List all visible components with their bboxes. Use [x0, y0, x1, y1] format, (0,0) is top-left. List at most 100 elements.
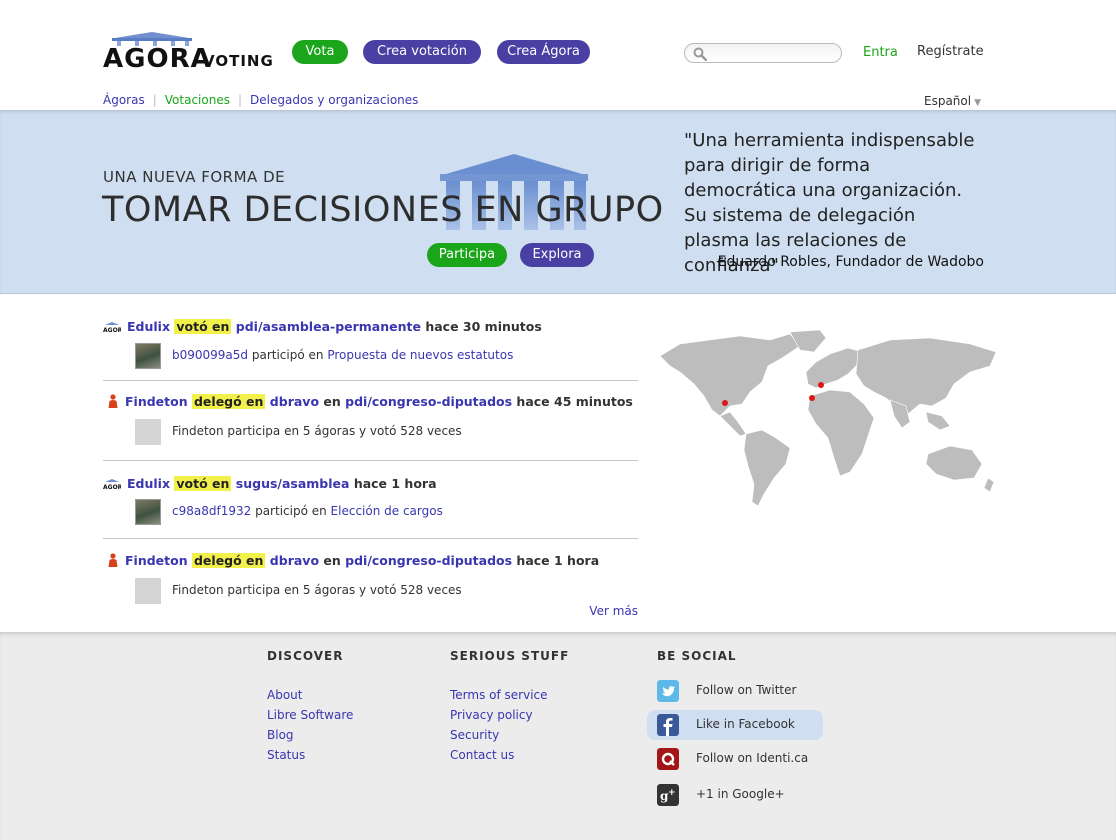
svg-text:AGORA: AGORA: [103, 327, 121, 332]
identica-icon: [657, 748, 679, 770]
svg-text:+: +: [668, 788, 676, 798]
activity-item: AGORA Edulix votó en pdi/asamblea-perman…: [103, 310, 638, 381]
activity-time: hace 45 minutos: [516, 394, 633, 409]
activity-header: Findeton delegó en dbravo en pdi/congres…: [103, 552, 600, 569]
actor-link[interactable]: Findeton: [125, 553, 188, 568]
twitter-icon: [657, 680, 679, 702]
action-verb: delegó en: [191, 394, 266, 409]
delegate-link[interactable]: dbravo: [270, 394, 319, 409]
security-link[interactable]: Security: [450, 725, 569, 745]
footer-heading: BE SOCIAL: [657, 649, 737, 663]
language-selected: Español: [924, 94, 972, 108]
create-agora-button[interactable]: Crea Ágora: [497, 40, 590, 64]
activity-detail: b090099a5d participó en Propuesta de nue…: [172, 348, 513, 362]
footer-serious-column: SERIOUS STUFF Terms of service Privacy p…: [450, 649, 569, 765]
world-map: [659, 329, 997, 507]
explore-button[interactable]: Explora: [520, 243, 594, 267]
terms-link[interactable]: Terms of service: [450, 685, 569, 705]
proposal-link[interactable]: Elección de cargos: [331, 504, 443, 518]
hero-kicker: UNA NUEVA FORMA DE: [103, 168, 286, 186]
hero-banner: UNA NUEVA FORMA DE TOMAR DECISIONES EN G…: [0, 110, 1116, 294]
hero-title: TOMAR DECISIONES EN GRUPO: [102, 190, 664, 230]
register-link[interactable]: Regístrate: [917, 44, 984, 59]
libre-software-link[interactable]: Libre Software: [267, 705, 353, 725]
nav-votes-link[interactable]: Votaciones: [165, 93, 230, 107]
language-selector[interactable]: Español ▼: [924, 94, 981, 108]
nav-agoras-link[interactable]: Ágoras: [103, 93, 145, 107]
actor-link[interactable]: Edulix: [127, 476, 170, 491]
footer-discover-column: DISCOVER About Libre Software Blog Statu…: [267, 649, 353, 765]
user-link[interactable]: b090099a5d: [172, 348, 248, 362]
target-link[interactable]: pdi/asamblea-permanente: [236, 319, 421, 334]
activity-header: AGORA Edulix votó en pdi/asamblea-perman…: [103, 319, 542, 334]
logo-subtext: VOTING: [203, 52, 274, 70]
vote-button[interactable]: Vota: [292, 40, 348, 64]
proposal-link[interactable]: Propuesta de nuevos estatutos: [327, 348, 513, 362]
avatar[interactable]: [135, 578, 161, 604]
target-link[interactable]: pdi/congreso-diputados: [345, 394, 512, 409]
connector-text: en: [323, 394, 341, 409]
activity-feed: AGORA Edulix votó en pdi/asamblea-perman…: [103, 310, 638, 618]
dropdown-arrow-icon: ▼: [974, 98, 982, 108]
sub-navigation: Ágoras | Votaciones | Delegados y organizaci…: [103, 93, 418, 107]
see-more-link[interactable]: Ver más: [589, 604, 638, 618]
agora-mini-logo-icon: AGORA: [103, 478, 121, 489]
actor-link[interactable]: Edulix: [127, 319, 170, 334]
user-link[interactable]: c98a8df1932: [172, 504, 251, 518]
participate-button[interactable]: Participa: [427, 243, 507, 267]
social-label: Follow on Twitter: [696, 683, 797, 697]
activity-header: AGORA Edulix votó en sugus/asamblea hace…: [103, 476, 437, 491]
logo-text: AGORA: [103, 44, 212, 74]
detail-text: participó en: [251, 348, 324, 362]
avatar[interactable]: [135, 343, 161, 369]
footer-heading: DISCOVER: [267, 649, 344, 663]
blog-link[interactable]: Blog: [267, 725, 353, 745]
testimonial-author: Eduardo Robles, Fundador de Wadobo: [717, 254, 984, 270]
identica-link[interactable]: Follow on Identi.ca: [647, 744, 823, 774]
activity-detail: Findeton participa en 5 ágoras y votó 52…: [172, 583, 462, 597]
activity-marker: [818, 382, 824, 388]
facebook-icon: [657, 714, 679, 736]
activity-item: Findeton delegó en dbravo en pdi/congres…: [103, 539, 638, 618]
login-link[interactable]: Entra: [863, 45, 898, 60]
activity-marker: [809, 395, 815, 401]
activity-detail: c98a8df1932 participó en Elección de car…: [172, 504, 443, 518]
social-label: Like in Facebook: [696, 717, 795, 731]
social-label: +1 in Google+: [696, 787, 785, 801]
nav-delegates-link[interactable]: Delegados y organizaciones: [250, 93, 418, 107]
action-verb: votó en: [174, 476, 232, 491]
nav-separator: |: [237, 93, 243, 107]
activity-time: hace 1 hora: [353, 476, 437, 491]
twitter-link[interactable]: Follow on Twitter: [647, 676, 823, 706]
avatar[interactable]: [135, 419, 161, 445]
action-verb: votó en: [174, 319, 232, 334]
social-label: Follow on Identi.ca: [696, 751, 809, 765]
google-plus-link[interactable]: g + +1 in Google+: [647, 780, 823, 810]
agora-mini-logo-icon: AGORA: [103, 321, 121, 332]
nav-separator: |: [152, 93, 157, 107]
about-link[interactable]: About: [267, 685, 353, 705]
status-link[interactable]: Status: [267, 745, 353, 765]
agora-voting-logo[interactable]: AGORA VOTING: [103, 30, 273, 74]
activity-time: hace 1 hora: [516, 553, 600, 568]
footer-heading: SERIOUS STUFF: [450, 649, 570, 663]
privacy-link[interactable]: Privacy policy: [450, 705, 569, 725]
activity-time: hace 30 minutos: [425, 319, 542, 334]
detail-text: participó en: [255, 504, 327, 518]
footer: DISCOVER About Libre Software Blog Statu…: [0, 632, 1116, 840]
search-box[interactable]: [684, 43, 842, 63]
google-plus-icon: g +: [657, 784, 679, 806]
search-input[interactable]: [711, 45, 837, 61]
action-verb: delegó en: [191, 553, 266, 568]
contact-link[interactable]: Contact us: [450, 745, 569, 765]
delegate-person-icon: [108, 393, 118, 408]
facebook-link[interactable]: Like in Facebook: [647, 710, 823, 740]
actor-link[interactable]: Findeton: [125, 394, 188, 409]
activity-detail: Findeton participa en 5 ágoras y votó 52…: [172, 424, 462, 438]
target-link[interactable]: sugus/asamblea: [236, 476, 350, 491]
target-link[interactable]: pdi/congreso-diputados: [345, 553, 512, 568]
create-vote-button[interactable]: Crea votación: [363, 40, 481, 64]
delegate-link[interactable]: dbravo: [270, 553, 319, 568]
header: AGORA VOTING Vota Crea votación Crea Ágo…: [0, 0, 1116, 112]
avatar[interactable]: [135, 499, 161, 525]
